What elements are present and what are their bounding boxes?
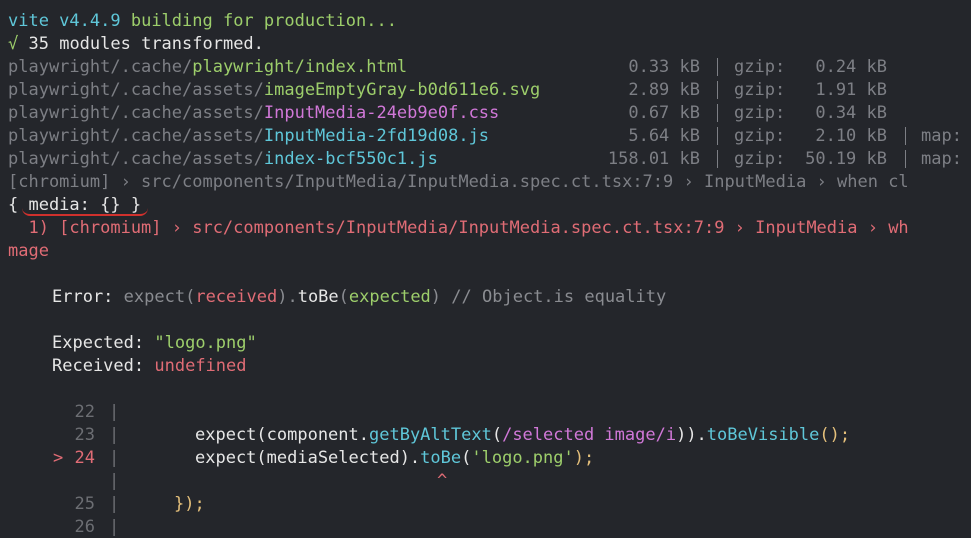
- line-number: 22: [74, 402, 95, 422]
- gzip-size: 50.19 kB: [805, 149, 887, 169]
- received-label: Received:: [52, 356, 145, 376]
- line-number: [5, 470, 95, 492]
- red-underline-annotation: [22, 208, 148, 216]
- gzip-size: 0.34 kB: [815, 103, 887, 123]
- failure-title-line: 1) [chromium] › src/components/InputMedi…: [8, 218, 909, 238]
- building-text: building for production...: [130, 11, 397, 31]
- expected-value: "logo.png": [154, 333, 257, 353]
- line-number: 23: [74, 425, 95, 445]
- map-label: map:: [921, 149, 962, 169]
- file-size: 5.64 kB: [628, 126, 700, 146]
- column-separator: [905, 150, 906, 168]
- file-size: 2.89 kB: [628, 80, 700, 100]
- code-23-e: )).: [676, 425, 707, 445]
- vite-version: vite v4.4.9: [8, 11, 121, 31]
- file-dir: playwright/.cache/assets/: [8, 149, 264, 169]
- error-close1: ).: [277, 287, 298, 307]
- file-name: index-bcf550c1.js: [263, 149, 438, 169]
- received-value: undefined: [154, 356, 247, 376]
- error-caret: ^: [437, 471, 448, 491]
- error-expected: expected: [348, 287, 431, 307]
- code-23-a: expect(component.: [195, 425, 369, 445]
- gzip-label: gzip:: [734, 80, 786, 100]
- code-line-25: });: [174, 494, 205, 514]
- file-name: imageEmptyGray-b0d611e6.svg: [263, 80, 541, 100]
- file-name: InputMedia-2fd19d08.js: [263, 126, 490, 146]
- line-number: 24: [74, 448, 95, 468]
- code-24-b: toBe: [420, 448, 462, 468]
- check-icon: √: [8, 34, 19, 54]
- file-size: 0.67 kB: [628, 103, 700, 123]
- code-23-f: toBeVisible: [706, 425, 820, 445]
- gutter-bar: |: [109, 471, 120, 491]
- map-label: map:: [921, 126, 962, 146]
- terminal-window: vite v4.4.9 building for production... √…: [0, 0, 971, 537]
- file-name: playwright/index.html: [192, 57, 408, 77]
- file-path: playwright/.cache/assets/InputMedia-24eb…: [8, 102, 499, 124]
- file-path: playwright/.cache/assets/imageEmptyGray-…: [8, 79, 540, 101]
- column-separator: [717, 127, 718, 145]
- file-path: playwright/.cache/playwright/index.html: [8, 56, 407, 78]
- column-separator: [905, 127, 906, 145]
- column-separator: [717, 150, 718, 168]
- code-23-c: (: [491, 425, 503, 445]
- error-tobe: toBe: [297, 287, 339, 307]
- error-expect: expect(: [123, 287, 196, 307]
- file-size: 0.33 kB: [628, 57, 700, 77]
- gutter-bar: |: [109, 494, 120, 514]
- file-path: playwright/.cache/assets/InputMedia-2fd1…: [8, 125, 489, 147]
- gutter-bar: |: [109, 448, 120, 468]
- code-23-g: ();: [819, 425, 851, 445]
- file-dir: playwright/.cache/: [8, 57, 193, 77]
- file-dir: playwright/.cache/assets/: [8, 103, 264, 123]
- column-separator: [717, 104, 718, 122]
- gzip-label: gzip:: [734, 103, 786, 123]
- file-dir: playwright/.cache/assets/: [8, 126, 264, 146]
- gzip-size: 2.10 kB: [815, 126, 887, 146]
- error-open2: (: [338, 287, 349, 307]
- gutter-bar: |: [109, 425, 120, 445]
- expected-label: Expected:: [52, 333, 145, 353]
- gzip-label: gzip:: [734, 57, 786, 77]
- code-24-e: );: [573, 448, 595, 468]
- file-path: playwright/.cache/assets/index-bcf550c1.…: [8, 148, 438, 170]
- gzip-size: 1.91 kB: [815, 80, 887, 100]
- error-comment: // Object.is equality: [451, 287, 667, 307]
- error-received: received: [195, 287, 278, 307]
- error-label: Error:: [52, 287, 114, 307]
- gutter-bar: |: [109, 402, 120, 422]
- column-separator: [717, 58, 718, 76]
- gzip-label: gzip:: [734, 126, 786, 146]
- code-line-23: expect(component.getByAltText(/selected …: [195, 424, 850, 446]
- modules-text: 35 modules transformed.: [28, 34, 264, 54]
- received-line: Received: undefined: [52, 355, 247, 377]
- file-name: InputMedia-24eb9e0f.css: [263, 103, 500, 123]
- error-line: Error: expect(received).toBe(expected) /…: [52, 286, 666, 308]
- line-number: 25: [74, 494, 95, 514]
- code-23-b: getByAltText: [369, 425, 492, 445]
- gzip-size: 0.24 kB: [815, 57, 887, 77]
- code-23-d: /selected image/i: [502, 425, 677, 445]
- file-size: 158.01 kB: [607, 149, 700, 169]
- modules-line: √ 35 modules transformed.: [8, 33, 264, 55]
- failure-title-wrap: mage: [8, 241, 49, 261]
- code-24-d: 'logo.png': [471, 448, 574, 468]
- vite-build-line: vite v4.4.9 building for production...: [8, 10, 397, 32]
- test-title-line: [chromium] › src/components/InputMedia/I…: [8, 172, 909, 192]
- code-24-a: expect(mediaSelected).: [195, 448, 421, 468]
- file-dir: playwright/.cache/assets/: [8, 80, 264, 100]
- gzip-label: gzip:: [734, 149, 786, 169]
- column-separator: [717, 81, 718, 99]
- error-close2: ): [430, 287, 442, 307]
- expected-line: Expected: "logo.png": [52, 332, 257, 354]
- code-line-24: expect(mediaSelected).toBe('logo.png');: [195, 447, 594, 469]
- code-24-c: (: [461, 448, 472, 468]
